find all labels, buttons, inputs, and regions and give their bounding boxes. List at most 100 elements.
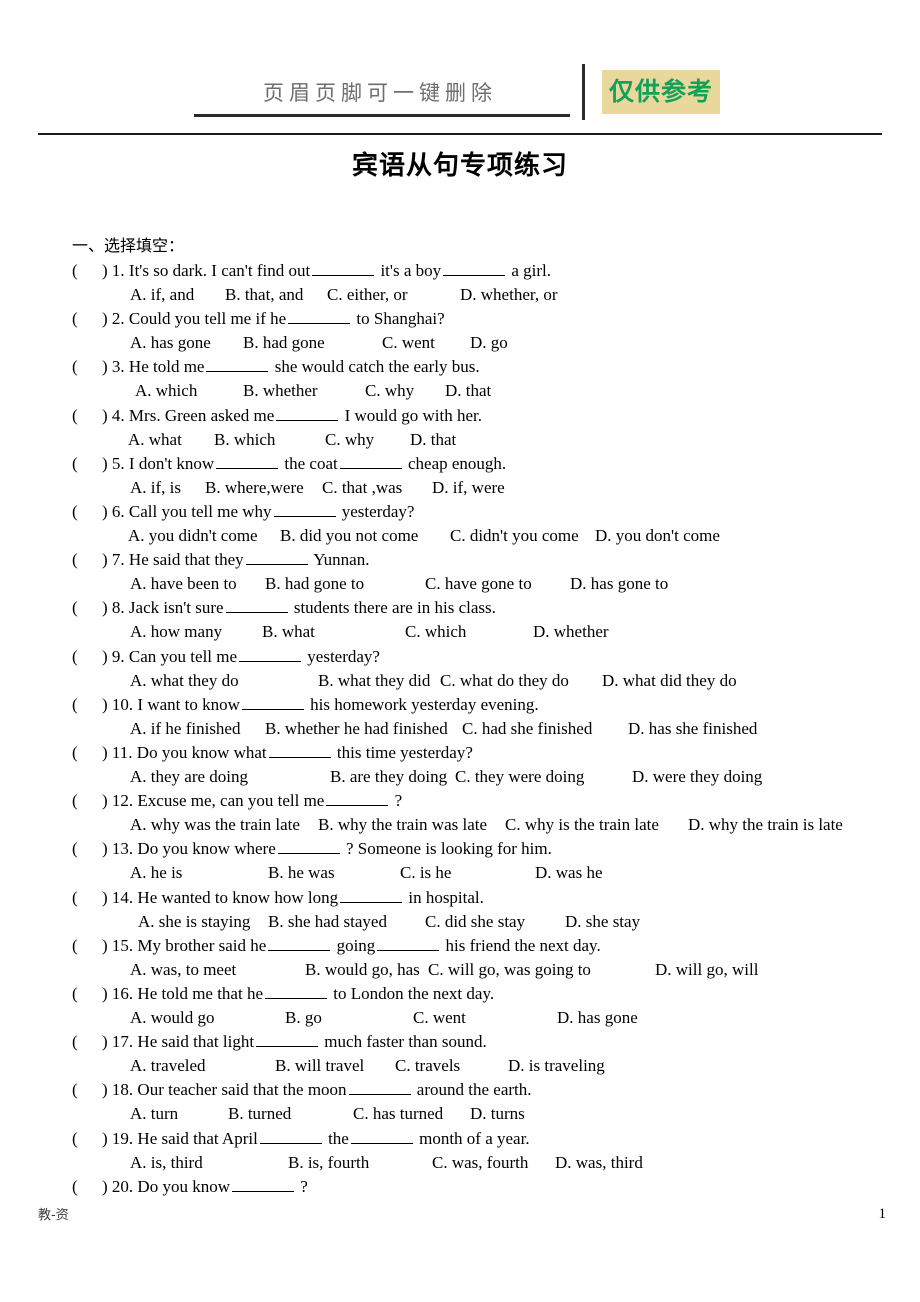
option-choice[interactable]: B. will travel (275, 1055, 364, 1077)
option-choice[interactable]: C. they were doing (455, 766, 584, 788)
answer-blank-box[interactable]: ( (72, 356, 102, 378)
option-choice[interactable]: B. are they doing (330, 766, 447, 788)
answer-blank-box[interactable]: ( (72, 1031, 102, 1053)
option-choice[interactable]: D. has she finished (628, 718, 757, 740)
option-choice[interactable]: C. will go, was going to (428, 959, 591, 981)
answer-blank-box[interactable]: ( (72, 308, 102, 330)
fill-in-blank[interactable] (312, 262, 375, 276)
option-choice[interactable]: A. if, and (130, 284, 194, 306)
option-choice[interactable]: C. what do they do (440, 670, 569, 692)
option-choice[interactable]: A. you didn't come (128, 525, 258, 547)
fill-in-blank[interactable] (225, 599, 288, 614)
option-choice[interactable]: B. why the train was late (318, 814, 487, 836)
option-choice[interactable]: A. which (135, 380, 197, 402)
option-choice[interactable]: D. what did they do (602, 670, 737, 692)
answer-blank-box[interactable]: ( (72, 742, 102, 764)
option-choice[interactable]: B. that, and (225, 284, 303, 306)
option-choice[interactable]: D. was, third (555, 1152, 643, 1174)
option-choice[interactable]: D. whether (533, 621, 609, 643)
option-choice[interactable]: C. is he (400, 862, 451, 884)
option-choice[interactable]: A. how many (130, 621, 222, 643)
fill-in-blank[interactable] (241, 696, 304, 710)
answer-blank-box[interactable]: ( (72, 790, 102, 812)
option-choice[interactable]: B. would go, has (305, 959, 420, 981)
option-choice[interactable]: C. didn't you come (450, 525, 579, 547)
answer-blank-box[interactable]: ( (72, 694, 102, 716)
option-choice[interactable]: D. has gone to (570, 573, 668, 595)
option-choice[interactable]: A. has gone (130, 332, 211, 354)
fill-in-blank[interactable] (239, 648, 302, 662)
option-choice[interactable]: B. turned (228, 1103, 291, 1125)
option-choice[interactable]: D. whether, or (460, 284, 558, 306)
option-choice[interactable]: B. he was (268, 862, 335, 884)
option-choice[interactable]: B. she had stayed (268, 911, 387, 933)
option-choice[interactable]: D. you don't come (595, 525, 720, 547)
option-choice[interactable]: C. why (325, 429, 374, 451)
option-choice[interactable]: B. whether (243, 380, 318, 402)
option-choice[interactable]: A. he is (130, 862, 182, 884)
fill-in-blank[interactable] (340, 889, 403, 903)
option-choice[interactable]: C. did she stay (425, 911, 525, 933)
fill-in-blank[interactable] (245, 551, 308, 566)
fill-in-blank[interactable] (377, 937, 440, 951)
fill-in-blank[interactable] (443, 262, 506, 276)
fill-in-blank[interactable] (350, 1130, 413, 1144)
option-choice[interactable]: D. go (470, 332, 508, 354)
option-choice[interactable]: A. what (128, 429, 182, 451)
option-choice[interactable]: C. why is the train late (505, 814, 659, 836)
fill-in-blank[interactable] (348, 1081, 411, 1096)
fill-in-blank[interactable] (265, 985, 327, 999)
option-choice[interactable]: B. did you not come (280, 525, 418, 547)
option-choice[interactable]: A. is, third (130, 1152, 203, 1174)
fill-in-blank[interactable] (216, 455, 279, 469)
option-choice[interactable]: D. was he (535, 862, 603, 884)
option-choice[interactable]: C. went (413, 1007, 466, 1029)
answer-blank-box[interactable]: ( (72, 887, 102, 909)
option-choice[interactable]: B. had gone (243, 332, 325, 354)
option-choice[interactable]: D. turns (470, 1103, 525, 1125)
fill-in-blank[interactable] (259, 1130, 322, 1144)
fill-in-blank[interactable] (339, 455, 402, 469)
answer-blank-box[interactable]: ( (72, 260, 102, 282)
answer-blank-box[interactable]: ( (72, 453, 102, 475)
option-choice[interactable]: D. were they doing (632, 766, 762, 788)
option-choice[interactable]: A. was, to meet (130, 959, 236, 981)
fill-in-blank[interactable] (277, 840, 340, 855)
answer-blank-box[interactable]: ( (72, 501, 102, 523)
option-choice[interactable]: A. would go (130, 1007, 215, 1029)
fill-in-blank[interactable] (231, 1178, 294, 1192)
option-choice[interactable]: C. had she finished (462, 718, 592, 740)
option-choice[interactable]: A. turn (130, 1103, 178, 1125)
option-choice[interactable]: B. whether he had finished (265, 718, 448, 740)
option-choice[interactable]: C. has turned (353, 1103, 443, 1125)
option-choice[interactable]: A. what they do (130, 670, 239, 692)
fill-in-blank[interactable] (268, 937, 331, 951)
option-choice[interactable]: A. they are doing (130, 766, 248, 788)
option-choice[interactable]: C. went (382, 332, 435, 354)
option-choice[interactable]: C. that ,was (322, 477, 402, 499)
option-choice[interactable]: B. what they did (318, 670, 430, 692)
option-choice[interactable]: C. why (365, 380, 414, 402)
option-choice[interactable]: B. where,were (205, 477, 304, 499)
answer-blank-box[interactable]: ( (72, 983, 102, 1005)
option-choice[interactable]: D. is traveling (508, 1055, 605, 1077)
option-choice[interactable]: C. travels (395, 1055, 460, 1077)
fill-in-blank[interactable] (326, 792, 389, 807)
option-choice[interactable]: D. she stay (565, 911, 640, 933)
answer-blank-box[interactable]: ( (72, 549, 102, 571)
option-choice[interactable]: D. if, were (432, 477, 505, 499)
option-choice[interactable]: D. why the train is late (688, 814, 843, 836)
option-choice[interactable]: B. what (262, 621, 315, 643)
option-choice[interactable]: B. go (285, 1007, 322, 1029)
option-choice[interactable]: C. either, or (327, 284, 408, 306)
option-choice[interactable]: A. if he finished (130, 718, 240, 740)
option-choice[interactable]: D. will go, will (655, 959, 758, 981)
answer-blank-box[interactable]: ( (72, 935, 102, 957)
option-choice[interactable]: B. had gone to (265, 573, 364, 595)
option-choice[interactable]: A. she is staying (138, 911, 250, 933)
option-choice[interactable]: C. have gone to (425, 573, 532, 595)
fill-in-blank[interactable] (288, 310, 351, 325)
option-choice[interactable]: A. have been to (130, 573, 237, 595)
option-choice[interactable]: D. that (445, 380, 491, 402)
option-choice[interactable]: A. traveled (130, 1055, 206, 1077)
